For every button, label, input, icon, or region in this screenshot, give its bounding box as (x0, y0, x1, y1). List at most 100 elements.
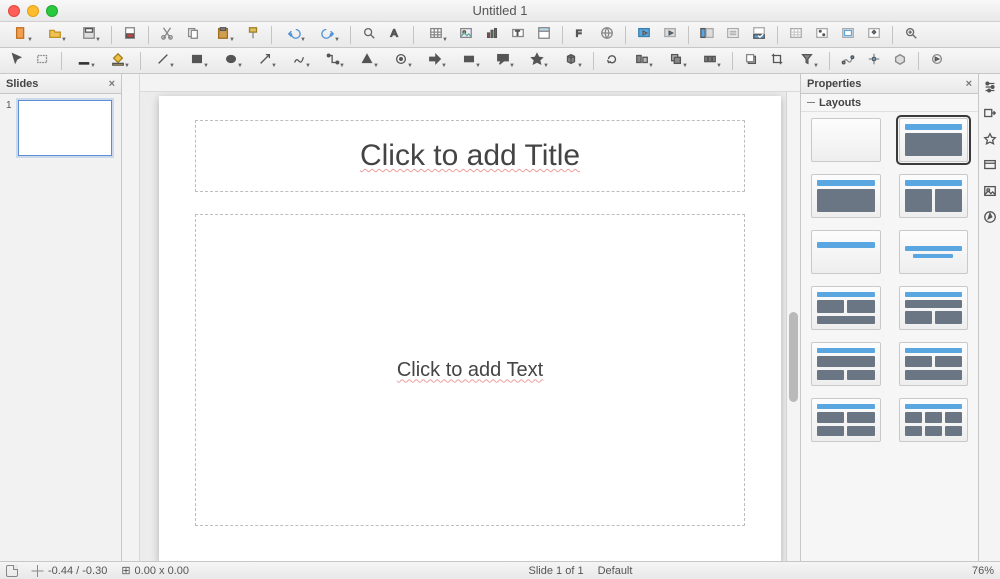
points-button[interactable] (837, 51, 859, 71)
insert-image-button[interactable] (455, 25, 477, 45)
start-from-first-button[interactable] (633, 25, 655, 45)
insert-chart-button[interactable] (481, 25, 503, 45)
sidebar-tab-navigator[interactable] (982, 210, 998, 226)
insert-header-button[interactable] (533, 25, 555, 45)
views-normal-button[interactable] (696, 25, 718, 45)
layout-title-only[interactable] (811, 230, 881, 274)
filter-button[interactable]: ▼ (792, 51, 822, 71)
slide-counter[interactable]: Slide 1 of 1 (529, 565, 584, 577)
close-icon[interactable]: × (109, 78, 115, 90)
layout-blank[interactable] (811, 118, 881, 162)
save-indicator[interactable] (6, 565, 18, 577)
slide-editor[interactable]: Click to add Title Click to add Text (140, 92, 800, 561)
curves-button[interactable]: ▼ (284, 51, 314, 71)
arrange-button[interactable]: ▼ (661, 51, 691, 71)
export-pdf-button[interactable] (119, 25, 141, 45)
insert-hyperlink-button[interactable] (596, 25, 618, 45)
layouts-section-header[interactable]: — Layouts (801, 94, 978, 112)
redo-button[interactable]: ▼ (313, 25, 343, 45)
slides-list[interactable]: 1 (0, 94, 121, 561)
callouts-button[interactable]: ▼ (488, 51, 518, 71)
stars-button[interactable]: ▼ (522, 51, 552, 71)
crop-button[interactable] (766, 51, 788, 71)
line-color-button[interactable]: ▼ (69, 51, 99, 71)
slide-thumbnail[interactable]: 1 (6, 100, 115, 156)
title-placeholder[interactable]: Click to add Title (195, 120, 745, 192)
char-dialog-button[interactable]: A (384, 25, 406, 45)
3d-objects-button[interactable]: ▼ (556, 51, 586, 71)
extrusion-button[interactable] (889, 51, 911, 71)
display-master-button[interactable] (863, 25, 885, 45)
slide-preview[interactable] (18, 100, 112, 156)
sidebar-tab-master-slides[interactable] (982, 158, 998, 174)
scrollbar-thumb[interactable] (789, 312, 798, 402)
layout-title-two-content[interactable] (899, 174, 969, 218)
ellipse-tool-button[interactable]: ▼ (216, 51, 246, 71)
display-snap-button[interactable] (837, 25, 859, 45)
layout-six-content[interactable] (899, 398, 969, 442)
slide-canvas[interactable]: Click to add Title Click to add Text (159, 96, 781, 561)
layout-two-content-header-alt[interactable] (899, 286, 969, 330)
sidebar-tab-animation[interactable] (982, 132, 998, 148)
layout-two-content-header[interactable] (811, 286, 881, 330)
vertical-scrollbar[interactable] (786, 92, 800, 561)
layout-title-content[interactable] (899, 118, 969, 162)
display-guides-button[interactable] (811, 25, 833, 45)
insert-textbox-button[interactable]: T (507, 25, 529, 45)
content-placeholder[interactable]: Click to add Text (195, 214, 745, 526)
block-arrows-button[interactable]: ▼ (420, 51, 450, 71)
insert-table-button[interactable]: ▼ (421, 25, 451, 45)
ruler-vertical[interactable] (122, 74, 140, 561)
views-outline-button[interactable] (722, 25, 744, 45)
paste-button[interactable]: ▼ (208, 25, 238, 45)
align-objects-button[interactable]: ▼ (627, 51, 657, 71)
interaction-button[interactable] (926, 51, 948, 71)
layout-content-over-two[interactable] (811, 342, 881, 386)
glue-icon (867, 52, 881, 69)
new-doc-button[interactable]: ▼ (6, 25, 36, 45)
start-from-current-button[interactable] (659, 25, 681, 45)
window-close-button[interactable] (8, 5, 20, 17)
open-button[interactable]: ▼ (40, 25, 70, 45)
zoom-level[interactable]: 76% (972, 565, 994, 577)
find-button[interactable] (358, 25, 380, 45)
cut-button[interactable] (156, 25, 178, 45)
window-minimize-button[interactable] (27, 5, 39, 17)
select-tool-button[interactable] (6, 51, 28, 71)
fill-color-button[interactable]: ▼ (103, 51, 133, 71)
close-icon[interactable]: × (966, 78, 972, 90)
zoom-pan-button[interactable] (32, 51, 54, 71)
shadow-button[interactable] (740, 51, 762, 71)
sidebar-tab-properties[interactable] (982, 80, 998, 96)
sidebar-tab-gallery[interactable] (982, 184, 998, 200)
save-button[interactable]: ▼ (74, 25, 104, 45)
layout-two-over-content[interactable] (899, 342, 969, 386)
master-name[interactable]: Default (598, 565, 633, 577)
arrow-line-button[interactable]: ▼ (250, 51, 280, 71)
rect-tool-button[interactable]: ▼ (182, 51, 212, 71)
dropdown-icon: ▼ (169, 63, 175, 69)
basic-shapes-button[interactable]: ▼ (352, 51, 382, 71)
ruler-horizontal[interactable] (140, 74, 800, 92)
line-tool-button[interactable]: ▼ (148, 51, 178, 71)
undo-button[interactable]: ▼ (279, 25, 309, 45)
layout-four-content[interactable] (811, 398, 881, 442)
dropdown-icon: ▼ (509, 63, 515, 69)
rotate-button[interactable] (601, 51, 623, 71)
glue-button[interactable] (863, 51, 885, 71)
zoom-tool-button[interactable] (900, 25, 922, 45)
connectors-button[interactable]: ▼ (318, 51, 348, 71)
flowchart-button[interactable]: ▼ (454, 51, 484, 71)
layout-centered-text[interactable] (899, 230, 969, 274)
clone-format-button[interactable] (242, 25, 264, 45)
window-zoom-button[interactable] (46, 5, 58, 17)
copy-button[interactable] (182, 25, 204, 45)
views-notes-button[interactable] (748, 25, 770, 45)
symbol-shapes-button[interactable]: ▼ (386, 51, 416, 71)
insert-fontwork-button[interactable]: F (570, 25, 592, 45)
slides-panel: Slides × 1 (0, 74, 122, 561)
distribute-button[interactable]: ▼ (695, 51, 725, 71)
layout-title-content-alt[interactable] (811, 174, 881, 218)
sidebar-tab-slide-transition[interactable] (982, 106, 998, 122)
display-grid-button[interactable] (785, 25, 807, 45)
